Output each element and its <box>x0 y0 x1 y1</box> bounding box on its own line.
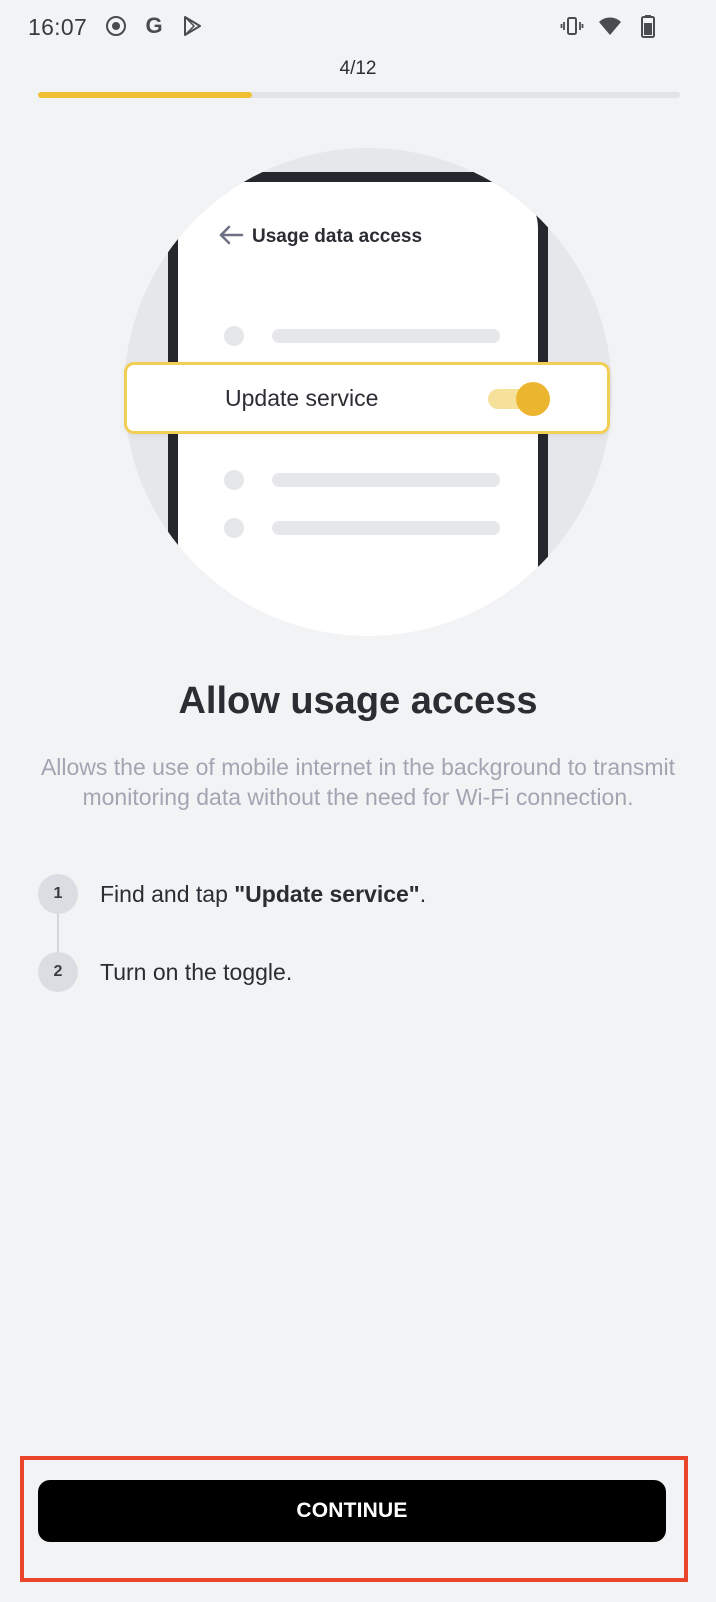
placeholder-line <box>272 329 500 343</box>
step-number: 1 <box>38 874 78 914</box>
record-icon <box>106 16 126 36</box>
svg-text:G: G <box>145 14 162 38</box>
phone-screen-title: Usage data access <box>252 226 423 247</box>
step-text-before: Find and tap <box>100 880 235 907</box>
page-title: Allow usage access <box>178 680 538 722</box>
step-connector <box>57 914 59 954</box>
placeholder-dot <box>224 470 244 490</box>
placeholder-dot <box>224 518 244 538</box>
placeholder-dot <box>224 326 244 346</box>
progress-fill <box>38 92 252 98</box>
step-text-bold: "Update service" <box>234 880 420 907</box>
highlighted-setting-label: Update service <box>225 385 379 411</box>
progress-bar <box>38 92 680 98</box>
status-right-icons <box>560 14 660 38</box>
google-icon: G <box>145 14 162 38</box>
step-item: 2 Turn on the toggle. <box>38 952 292 992</box>
continue-button[interactable]: CONTINUE <box>38 1480 666 1542</box>
back-arrow-icon <box>219 225 244 245</box>
status-time: 16:07 <box>28 14 88 40</box>
placeholder-line <box>272 473 500 487</box>
step-number: 2 <box>38 952 78 992</box>
step-text: Find and tap "Update service". <box>100 881 426 908</box>
battery-icon <box>641 15 655 38</box>
progress-label: 4/12 <box>339 58 377 79</box>
wifi-icon <box>599 17 621 35</box>
play-store-icon <box>184 16 201 36</box>
placeholder-line <box>272 521 500 535</box>
toggle-knob <box>516 382 550 416</box>
step-text: Turn on the toggle. <box>100 958 293 985</box>
vibrate-icon <box>560 17 584 35</box>
step-item: 1 Find and tap "Update service". <box>38 874 426 914</box>
toggle-switch-illustration <box>488 382 552 416</box>
steps-list: 1 Find and tap "Update service". 2 Turn … <box>38 874 678 1004</box>
status-left-icons: G <box>104 14 204 38</box>
status-bar: 16:07 G <box>0 0 716 56</box>
page-description: Allows the use of mobile internet in the… <box>40 754 676 810</box>
highlighted-setting-card: Update service <box>124 362 610 434</box>
step-text-after: . <box>419 880 427 907</box>
